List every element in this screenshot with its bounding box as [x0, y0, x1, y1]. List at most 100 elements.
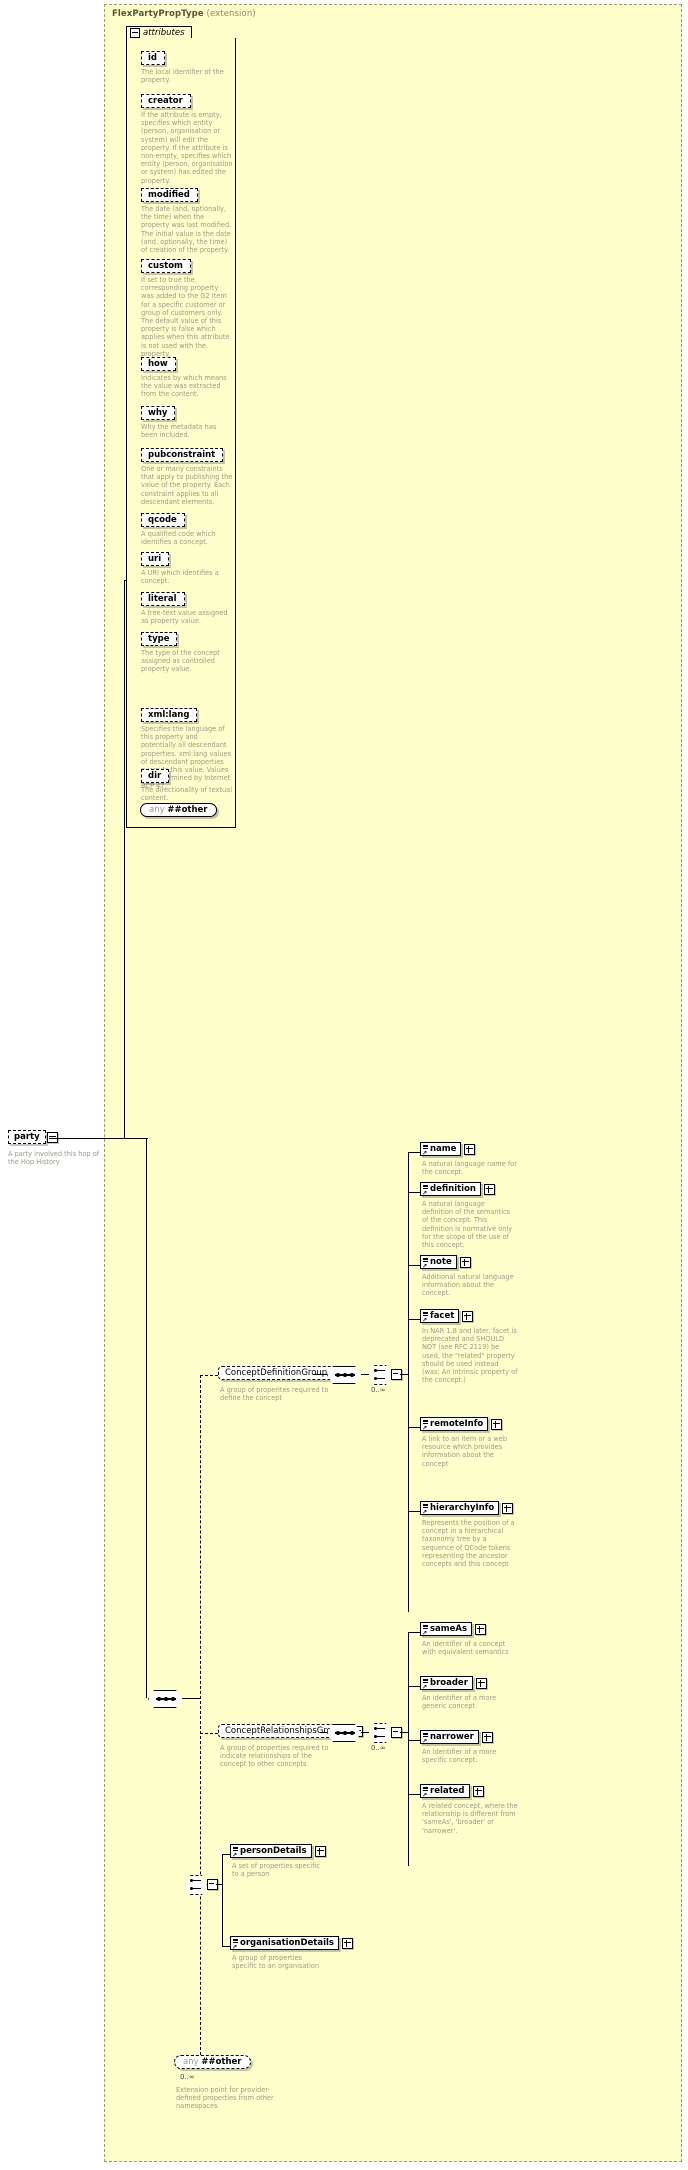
attribute-how[interactable]: how Indicates by which means the value w…: [141, 351, 233, 399]
attribute-name[interactable]: modified: [141, 188, 198, 202]
collapse-minus-icon[interactable]: [130, 28, 140, 38]
schema-diagram-canvas: FlexPartyPropType (extension) attributes…: [0, 0, 688, 2170]
attribute-pubconstraint[interactable]: pubconstraint One or many constraints th…: [141, 442, 233, 506]
attribute-name[interactable]: why: [141, 406, 176, 420]
attribute-type[interactable]: type The type of the concept assigned as…: [141, 626, 233, 674]
connector-crg-seq-to-choice: [361, 1732, 369, 1733]
expand-plus-icon[interactable]: [314, 1845, 326, 1857]
attribute-description: The date (and, optionally, the time) whe…: [141, 205, 232, 255]
connector-attrbox-stub: [124, 580, 126, 581]
element-label[interactable]: hierarchyInfo: [420, 1501, 500, 1516]
collapse-minus-icon[interactable]: [46, 1131, 58, 1143]
expand-plus-icon[interactable]: [502, 1502, 514, 1514]
element-organisationdetails-description: A group of properties specific to an org…: [232, 1954, 320, 1971]
minus-bar: [393, 1731, 398, 1732]
element-label[interactable]: definition: [420, 1182, 481, 1197]
element-narrower[interactable]: narrower: [420, 1730, 493, 1745]
connector-crg-to-sequence: [320, 1732, 327, 1733]
element-definition[interactable]: definition: [420, 1182, 495, 1197]
group-name[interactable]: ConceptDefinitionGroup: [218, 1366, 335, 1380]
crg-children-trunk: [408, 1632, 409, 1866]
element-definition-description: A natural language definition of the sem…: [422, 1200, 513, 1250]
attribute-uri[interactable]: uri A URI which identifies a concept.: [141, 546, 233, 585]
element-note[interactable]: note: [420, 1255, 471, 1270]
element-label[interactable]: organisationDetails: [230, 1936, 339, 1951]
element-label[interactable]: name: [420, 1142, 462, 1157]
attribute-name[interactable]: id: [141, 51, 165, 65]
element-label[interactable]: facet: [420, 1309, 460, 1324]
other-namespace-label: ##other: [201, 2057, 242, 2067]
element-label[interactable]: remoteInfo: [420, 1417, 489, 1432]
element-broader[interactable]: broader: [420, 1676, 487, 1691]
stub-note: [408, 1265, 420, 1266]
attribute-name[interactable]: literal: [141, 592, 185, 606]
element-note-description: Additional natural language information …: [422, 1273, 514, 1298]
sequence-dot-icon: [171, 1696, 175, 1701]
element-facet[interactable]: facet: [420, 1309, 474, 1324]
expand-plus-icon[interactable]: [481, 1731, 493, 1743]
attribute-qcode[interactable]: qcode A qualified code which identifies …: [141, 507, 233, 546]
element-sameas[interactable]: sameAs: [420, 1622, 487, 1637]
element-persondetails[interactable]: personDetails: [230, 1844, 326, 1859]
expand-plus-icon[interactable]: [342, 1937, 353, 1949]
expand-plus-icon[interactable]: [475, 1677, 487, 1689]
attribute-literal[interactable]: literal A free-text value assigned as pr…: [141, 586, 233, 625]
element-party[interactable]: party: [8, 1130, 58, 1144]
attribute-modified[interactable]: modified The date (and, optionally, the …: [141, 182, 233, 254]
element-organisationdetails[interactable]: organisationDetails: [230, 1936, 353, 1951]
sequence-dot-icon: [343, 1372, 347, 1377]
element-facet-description: In NAR 1.8 and later, facet is deprecate…: [422, 1327, 518, 1385]
element-name[interactable]: name: [420, 1142, 476, 1157]
attribute-name[interactable]: custom: [141, 259, 191, 273]
element-name[interactable]: party: [8, 1130, 46, 1144]
attribute-name[interactable]: dir: [141, 769, 170, 783]
attribute-name[interactable]: pubconstraint: [141, 448, 224, 462]
element-remoteinfo-description: A link to an item or a web resource whic…: [422, 1435, 508, 1468]
attribute-id[interactable]: id The local identifier of the property.: [141, 45, 233, 84]
choice-dot-icon: [374, 1369, 377, 1372]
expand-plus-icon[interactable]: [472, 1785, 484, 1797]
connector-party-down: [146, 1138, 147, 1698]
element-label[interactable]: sameAs: [420, 1622, 473, 1637]
expand-plus-icon[interactable]: [491, 1418, 503, 1430]
element-label[interactable]: personDetails: [230, 1844, 312, 1859]
choice-dot-icon: [374, 1377, 377, 1380]
sequence-dot-icon: [336, 1372, 340, 1377]
element-label[interactable]: note: [420, 1255, 457, 1270]
attribute-creator[interactable]: creator If the attribute is empty, speci…: [141, 88, 233, 185]
attribute-name[interactable]: how: [141, 357, 176, 371]
expand-plus-icon[interactable]: [462, 1310, 474, 1322]
attribute-description: One or many constraints that apply to pu…: [141, 465, 233, 506]
expand-plus-icon[interactable]: [475, 1623, 487, 1635]
attribute-name[interactable]: uri: [141, 552, 170, 566]
attributes-any-other[interactable]: any ##other: [140, 803, 217, 817]
element-label[interactable]: related: [420, 1784, 470, 1799]
group-concept-definition[interactable]: ConceptDefinitionGroup: [218, 1366, 348, 1380]
attribute-custom[interactable]: custom If set to true the corresponding …: [141, 253, 233, 358]
attribute-name[interactable]: qcode: [141, 513, 185, 527]
extension-any-other[interactable]: any ##other: [174, 2055, 251, 2069]
element-label[interactable]: broader: [420, 1676, 473, 1691]
expand-plus-icon[interactable]: [464, 1143, 476, 1155]
group-concept-relationships-description: A group of properties required to indica…: [220, 1744, 329, 1769]
stub-related: [408, 1794, 420, 1795]
element-narrower-description: An identifier of a more specific concept…: [422, 1748, 497, 1765]
choice-line-icon: [376, 1728, 385, 1730]
attribute-name[interactable]: xml:lang: [141, 708, 198, 722]
expand-plus-icon[interactable]: [483, 1183, 495, 1195]
attribute-description: A URI which identifies a concept.: [141, 569, 219, 586]
attribute-dir[interactable]: dir The directionality of textual conten…: [141, 763, 233, 802]
element-related[interactable]: related: [420, 1784, 484, 1799]
element-label[interactable]: narrower: [420, 1730, 479, 1745]
expand-plus-icon[interactable]: [459, 1256, 471, 1268]
choice-dot-icon: [190, 1887, 193, 1890]
sequence-dot-icon: [350, 1372, 354, 1377]
element-remoteinfo[interactable]: remoteInfo: [420, 1417, 503, 1432]
attribute-name[interactable]: creator: [141, 94, 191, 108]
choice-dot-icon: [374, 1727, 377, 1730]
attribute-name[interactable]: type: [141, 632, 178, 646]
element-hierarchyinfo[interactable]: hierarchyInfo: [420, 1501, 514, 1516]
attribute-description: The local identifier of the property.: [141, 68, 224, 85]
attribute-why[interactable]: why Why the metadata has been included.: [141, 400, 233, 439]
minus-bar: [393, 1373, 398, 1374]
